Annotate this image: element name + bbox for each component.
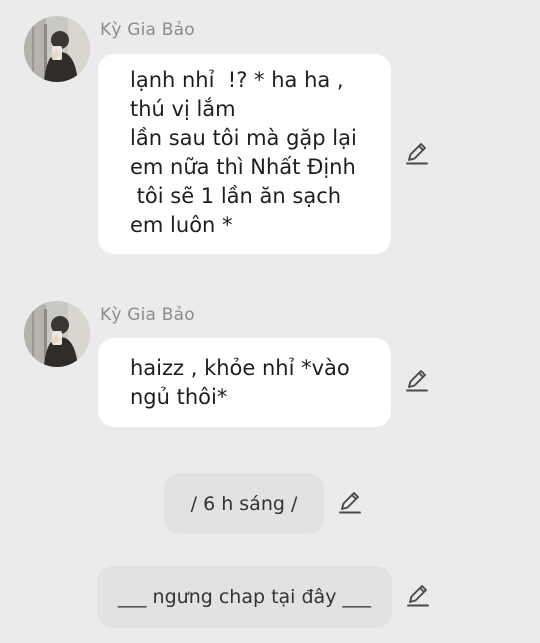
message-line: thú vị lắm: [130, 97, 236, 121]
edit-message-button[interactable]: [404, 368, 430, 394]
time-note: / 6 h sáng /: [164, 473, 324, 534]
message-line: em nữa thì Nhất Định: [130, 155, 356, 179]
message-line: haizz , khỏe nhỉ *vào: [130, 356, 350, 380]
edit-message-button[interactable]: [404, 141, 430, 167]
pencil-edit-icon: [406, 143, 428, 165]
chapter-end-note: ___ ngưng chap tại đây ___: [97, 566, 392, 628]
message-line: tôi sẽ 1 lần ăn sạch: [130, 184, 342, 208]
avatar[interactable]: [24, 301, 90, 367]
message-line: em luôn *: [130, 213, 233, 237]
message-bubble: haizz , khỏe nhỉ *vào ngủ thôi*: [98, 338, 391, 427]
avatar[interactable]: [24, 16, 90, 82]
message-line: lạnh nhỉ !? * ha ha ,: [130, 68, 344, 92]
sender-name: Kỳ Gia Bảo: [100, 305, 195, 325]
message-line: ngủ thôi*: [130, 385, 228, 409]
avatar-photo: [24, 16, 90, 82]
avatar-photo: [24, 301, 90, 367]
pencil-edit-icon: [407, 585, 429, 607]
sender-name: Kỳ Gia Bảo: [100, 20, 195, 40]
pencil-edit-icon: [339, 492, 361, 514]
message-line: lần sau tôi mà gặp lại: [130, 126, 357, 150]
edit-note-button[interactable]: [405, 583, 431, 609]
message-bubble: lạnh nhỉ !? * ha ha , thú vị lắm lần sau…: [98, 54, 391, 254]
pencil-edit-icon: [406, 370, 428, 392]
edit-note-button[interactable]: [337, 490, 363, 516]
